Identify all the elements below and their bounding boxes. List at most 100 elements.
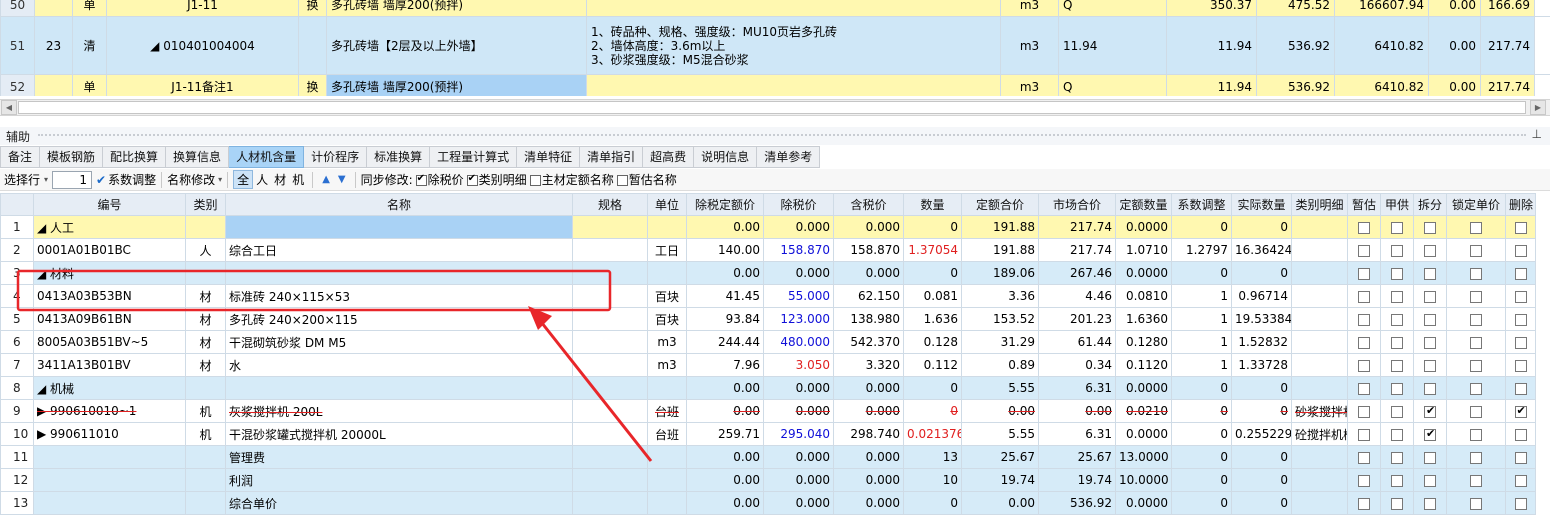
column-header[interactable]: 数量 (903, 193, 962, 216)
resource-cell-qty[interactable]: 0 (903, 215, 962, 239)
resource-cell-actual[interactable]: 19.53384 (1231, 307, 1292, 331)
resource-cell-actual[interactable]: 0 (1231, 215, 1292, 239)
row-checkbox[interactable] (1391, 244, 1403, 257)
row-checkbox[interactable] (1391, 474, 1403, 487)
row-checkbox[interactable] (1358, 497, 1370, 510)
resource-cell-mtotal[interactable]: 4.46 (1038, 284, 1116, 308)
top-cell-code[interactable]: J1-11备注1 (106, 74, 299, 96)
resource-cell-spec[interactable] (572, 353, 648, 377)
resource-cell-spec[interactable] (572, 422, 648, 446)
resource-cell-cat[interactable]: 人 (185, 238, 226, 262)
row-checkbox[interactable] (1424, 427, 1436, 441)
resource-cell-name[interactable]: 标准砖 240×115×53 (225, 284, 573, 308)
resource-cell-actual[interactable]: 0.255229 (1231, 422, 1292, 446)
row-checkbox[interactable] (1470, 497, 1482, 510)
resource-cell-code[interactable]: ▶ 990610010~1 (33, 399, 186, 423)
arrow-up-icon[interactable]: ▲ (322, 174, 330, 185)
resource-cell-tax[interactable]: 0.000 (833, 445, 904, 469)
top-cell-num[interactable]: 51 (0, 16, 35, 75)
resource-row[interactable]: 12 利润 0.00 0.000 0.000 10 19.74 19.74 10.0000 0 0 (0, 468, 1536, 492)
resource-cell-qtotal[interactable]: 0.00 (961, 491, 1039, 515)
tab-9[interactable]: 清单指引 (580, 146, 644, 168)
row-checkbox[interactable] (1358, 290, 1370, 303)
column-header[interactable]: 单位 (647, 193, 687, 216)
resource-cell-base[interactable]: 0.00 (686, 468, 764, 492)
resource-cell-ex[interactable]: 0.000 (763, 399, 834, 423)
top-cell-name[interactable]: 多孔砖墙【2层及以上外墙】 (326, 16, 587, 75)
resource-cell-name[interactable]: 水 (225, 353, 573, 377)
column-header[interactable]: 名称 (225, 193, 573, 216)
resource-cell-num[interactable]: 13 (0, 491, 34, 515)
column-header[interactable]: 实际数量 (1231, 193, 1292, 216)
resource-cell-code[interactable] (33, 468, 186, 492)
resource-cell-qty[interactable]: 0 (903, 399, 962, 423)
tab-12[interactable]: 清单参考 (757, 146, 821, 168)
resource-cell-ex[interactable]: 158.870 (763, 238, 834, 262)
top-cell-qty[interactable]: 11.94 (1166, 16, 1257, 75)
row-checkbox[interactable] (1470, 405, 1482, 418)
column-header[interactable]: 系数调整 (1171, 193, 1232, 216)
row-checkbox[interactable] (1391, 267, 1403, 280)
top-cell-replace[interactable]: 换 (298, 0, 327, 17)
resource-cell-code[interactable]: ◢ 人工 (33, 215, 186, 239)
resource-cell-actual[interactable]: 0.96714 (1231, 284, 1292, 308)
resource-cell-cat[interactable] (185, 376, 226, 400)
resource-cell-qtotal[interactable]: 0.89 (961, 353, 1039, 377)
column-header[interactable]: 甲供 (1380, 193, 1414, 216)
resource-cell-unit[interactable] (647, 445, 687, 469)
resource-cell-qty[interactable]: 1.636 (903, 307, 962, 331)
resource-cell-ex[interactable]: 480.000 (763, 330, 834, 354)
resource-cell-detail[interactable] (1291, 468, 1348, 492)
resource-cell-name[interactable]: 利润 (225, 468, 573, 492)
tab-2[interactable]: 配比换算 (103, 146, 167, 168)
resource-cell-num[interactable]: 12 (0, 468, 34, 492)
row-checkbox[interactable] (1358, 428, 1370, 441)
row-checkbox[interactable] (1358, 474, 1370, 487)
column-header[interactable]: 含税价 (833, 193, 904, 216)
resource-cell-tax[interactable]: 62.150 (833, 284, 904, 308)
resource-cell-cat[interactable]: 材 (185, 307, 226, 331)
resource-cell-code[interactable]: ◢ 材料 (33, 261, 186, 285)
row-checkbox[interactable] (1358, 267, 1370, 280)
top-cell-desc[interactable] (586, 0, 1001, 17)
top-grid-row[interactable]: 50 单 J1-11 换多孔砖墙 墙厚200(预拌) m3 Q 350.37 475.52 16… (0, 0, 1550, 17)
row-checkbox[interactable] (1358, 336, 1370, 349)
opt-main-material[interactable]: 主材定额名称 (529, 171, 614, 188)
top-cell-type[interactable]: 单 (72, 0, 107, 17)
resource-cell-dqty[interactable]: 0.0210 (1115, 399, 1172, 423)
resource-cell-base[interactable]: 0.00 (686, 491, 764, 515)
resource-cell-cat[interactable]: 机 (185, 399, 226, 423)
resource-cell-cat[interactable] (185, 445, 226, 469)
top-cell-seq[interactable] (34, 74, 73, 96)
resource-cell-coef[interactable]: 0 (1171, 215, 1232, 239)
resource-cell-tax[interactable]: 0.000 (833, 215, 904, 239)
resource-cell-num[interactable]: 11 (0, 445, 34, 469)
resource-cell-mtotal[interactable]: 0.00 (1038, 399, 1116, 423)
resource-cell-spec[interactable] (572, 445, 648, 469)
resource-cell-tax[interactable]: 298.740 (833, 422, 904, 446)
top-cell-expr[interactable]: Q (1058, 0, 1167, 17)
row-checkbox[interactable] (1424, 267, 1436, 280)
row-checkbox[interactable] (1358, 221, 1370, 234)
resource-cell-ex[interactable]: 0.000 (763, 468, 834, 492)
column-header[interactable] (0, 193, 34, 216)
row-checkbox[interactable] (1358, 359, 1370, 372)
resource-cell-dqty[interactable]: 0.0000 (1115, 491, 1172, 515)
resource-cell-spec[interactable] (572, 330, 648, 354)
resource-cell-detail[interactable] (1291, 353, 1348, 377)
resource-cell-detail[interactable] (1291, 284, 1348, 308)
row-checkbox[interactable] (1424, 474, 1436, 487)
resource-cell-qtotal[interactable]: 19.74 (961, 468, 1039, 492)
resource-cell-detail[interactable] (1291, 445, 1348, 469)
resource-row[interactable]: 11 管理费 0.00 0.000 0.000 13 25.67 25.67 13.0000 0 0 (0, 445, 1536, 469)
resource-cell-dqty[interactable]: 0.0000 (1115, 376, 1172, 400)
top-cell-total[interactable]: 6410.82 (1334, 16, 1429, 75)
row-checkbox[interactable] (1470, 336, 1482, 349)
resource-cell-cat[interactable] (185, 491, 226, 515)
top-cell-name[interactable]: 多孔砖墙 墙厚200(预拌) (326, 74, 587, 96)
resource-cell-mtotal[interactable]: 6.31 (1038, 422, 1116, 446)
resource-cell-coef[interactable]: 0 (1171, 261, 1232, 285)
row-checkbox[interactable] (1424, 244, 1436, 257)
resource-cell-detail[interactable] (1291, 261, 1348, 285)
resource-cell-qtotal[interactable]: 191.88 (961, 238, 1039, 262)
